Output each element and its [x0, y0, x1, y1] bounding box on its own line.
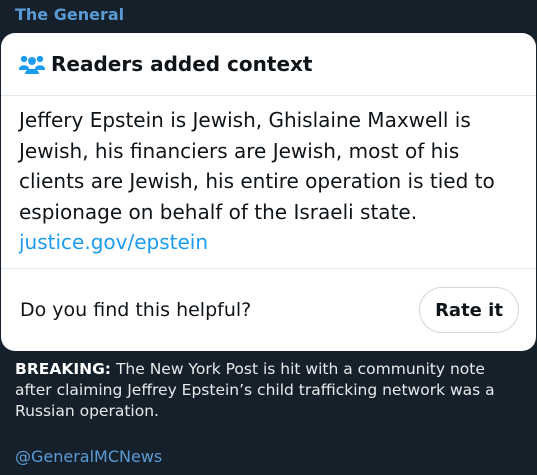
note-header: Readers added context: [1, 33, 536, 95]
note-body: Jeffery Epstein is Jewish, Ghislaine Max…: [19, 105, 519, 258]
note-text: Jeffery Epstein is Jewish, Ghislaine Max…: [19, 108, 495, 224]
post-caption: BREAKING: The New York Post is hit with …: [15, 359, 525, 422]
helpful-prompt: Do you find this helpful?: [20, 299, 252, 321]
account-name[interactable]: The General: [15, 5, 124, 24]
caption-lead: BREAKING:: [15, 360, 112, 378]
account-handle[interactable]: @GeneralMCNews: [15, 447, 162, 466]
header-divider: [1, 95, 536, 96]
community-note-card: Readers added context Jeffery Epstein is…: [1, 33, 536, 351]
helpful-row: Do you find this helpful? Rate it: [1, 269, 536, 351]
rate-it-button[interactable]: Rate it: [419, 287, 519, 333]
note-header-title: Readers added context: [51, 52, 313, 76]
top-bar: The General: [0, 0, 537, 32]
people-icon: [19, 53, 45, 75]
note-source-link[interactable]: justice.gov/epstein: [19, 227, 519, 258]
